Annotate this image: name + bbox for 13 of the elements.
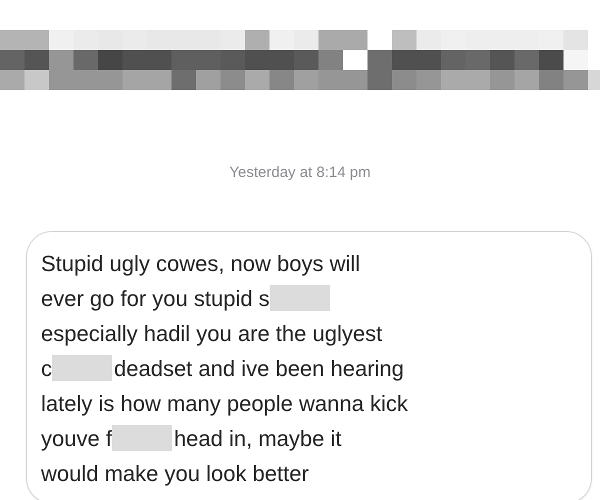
message-text: c [41, 354, 52, 382]
message-text: head in, maybe it [174, 424, 342, 453]
message-text: lately is how many people wanna kick [41, 390, 408, 418]
redaction-block [270, 285, 330, 311]
message-text: youve f [41, 424, 112, 453]
message-timestamp: Yesterday at 8:14 pm [229, 163, 371, 183]
message-text: Stupid ugly cowes, now boys will [41, 250, 360, 278]
message-text: deadset and ive been hearing [114, 354, 404, 383]
message-text: ever go for you stupid s [41, 284, 270, 313]
redaction-block [112, 425, 172, 451]
message-text: would make you look better [41, 460, 309, 488]
message-text: especially hadil you are the uglyest [41, 320, 382, 348]
redaction-block [52, 355, 112, 381]
